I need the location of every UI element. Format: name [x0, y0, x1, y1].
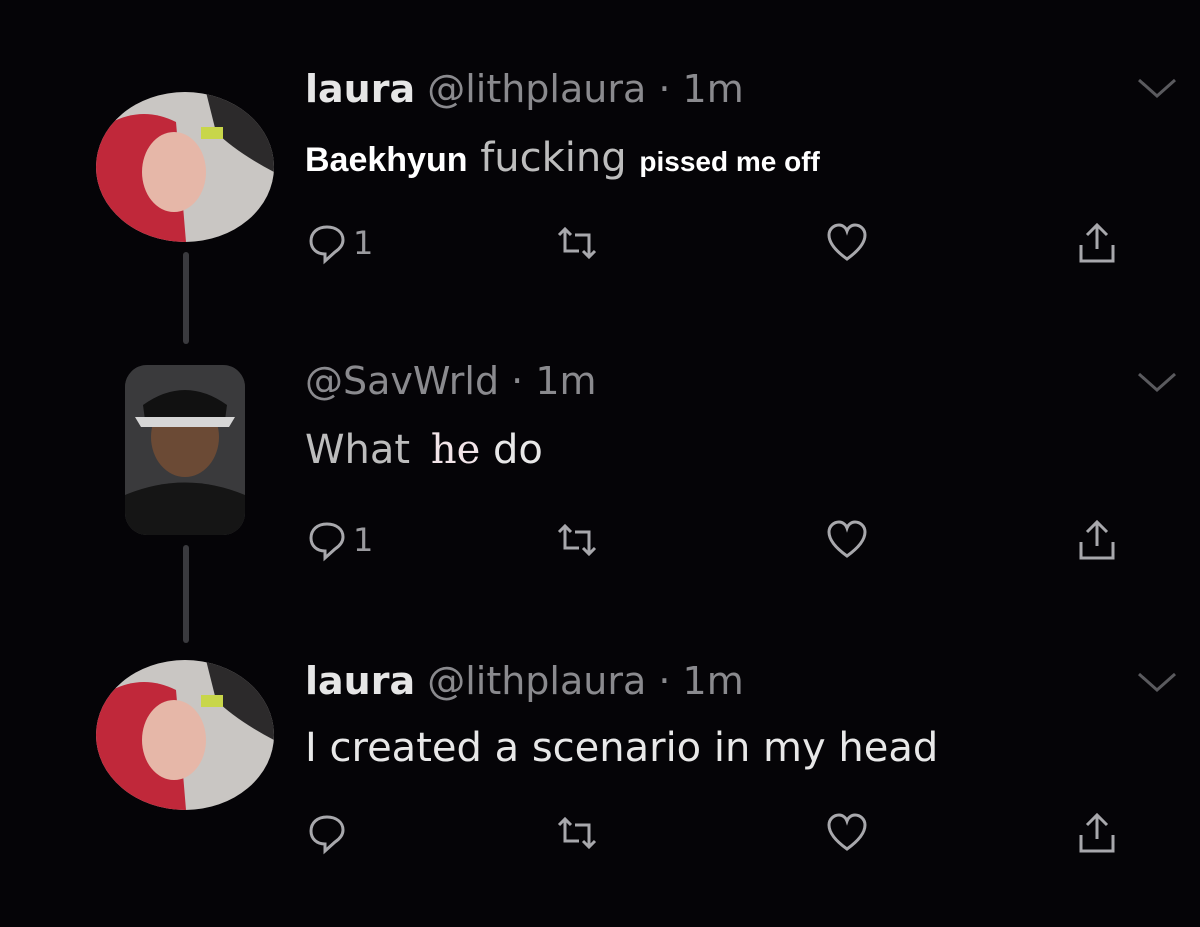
share-button[interactable]: [1075, 218, 1119, 268]
display-name[interactable]: laura: [305, 659, 415, 703]
action-bar: 1: [305, 515, 1165, 565]
timestamp[interactable]: 1m: [683, 67, 744, 111]
reply-button[interactable]: 1: [305, 515, 373, 565]
like-button[interactable]: [825, 808, 869, 858]
reply-icon: [309, 522, 345, 562]
chevron-down-icon[interactable]: [1135, 370, 1179, 394]
tweet-header: laura @lithplaura · 1m: [305, 662, 744, 700]
reply-button[interactable]: [305, 808, 353, 858]
share-button[interactable]: [1075, 808, 1119, 858]
share-icon: [1079, 222, 1115, 263]
avatar[interactable]: [96, 92, 274, 242]
reply-icon: [309, 815, 345, 855]
thread-line-1: [183, 252, 189, 344]
text-part-sticker: pissed me off: [639, 146, 820, 177]
text-part-sticker: Baekhyun: [305, 141, 468, 179]
text-part: fucking: [480, 135, 627, 181]
avatar-photo: [96, 660, 274, 810]
text-part: do: [492, 427, 543, 473]
user-handle[interactable]: @SavWrld: [305, 359, 499, 403]
share-button[interactable]: [1075, 515, 1119, 565]
share-icon: [1079, 519, 1115, 560]
separator: ·: [499, 359, 536, 403]
reply-count: 1: [353, 224, 374, 262]
share-icon: [1079, 812, 1115, 853]
retweet-button[interactable]: [555, 808, 599, 858]
avatar[interactable]: [96, 660, 274, 810]
action-bar: [305, 808, 1165, 858]
tweet-text: I created a scenario in my head: [305, 725, 939, 771]
avatar-photo: [125, 365, 245, 535]
avatar-photo: [96, 92, 274, 242]
user-handle[interactable]: @lithplaura: [427, 659, 646, 703]
timestamp[interactable]: 1m: [683, 659, 744, 703]
timestamp[interactable]: 1m: [535, 359, 596, 403]
avatar[interactable]: [125, 365, 245, 535]
separator: ·: [646, 67, 683, 111]
heart-icon: [827, 813, 867, 851]
tweet-header: @SavWrld · 1m: [305, 362, 597, 400]
like-button[interactable]: [825, 515, 869, 565]
tweet-header: laura @lithplaura · 1m: [305, 70, 744, 108]
like-button[interactable]: [825, 218, 869, 268]
retweet-icon: [557, 816, 597, 850]
tweet-text: Baekhyun fucking pissed me off: [305, 138, 820, 178]
text-part-sticker: he: [430, 427, 481, 473]
reply-icon: [309, 225, 345, 265]
retweet-icon: [557, 226, 597, 260]
chevron-down-icon[interactable]: [1135, 76, 1179, 100]
action-bar: 1: [305, 218, 1165, 268]
reply-button[interactable]: 1: [305, 218, 373, 268]
retweet-icon: [557, 523, 597, 557]
heart-icon: [827, 223, 867, 261]
thread-line-2: [183, 545, 189, 643]
text-part: What: [305, 427, 411, 473]
user-handle[interactable]: @lithplaura: [427, 67, 646, 111]
tweet-text: What he do: [305, 430, 543, 470]
retweet-button[interactable]: [555, 218, 599, 268]
reply-count: 1: [353, 521, 374, 559]
display-name[interactable]: laura: [305, 67, 415, 111]
chevron-down-icon[interactable]: [1135, 670, 1179, 694]
separator: ·: [646, 659, 683, 703]
heart-icon: [827, 520, 867, 558]
retweet-button[interactable]: [555, 515, 599, 565]
